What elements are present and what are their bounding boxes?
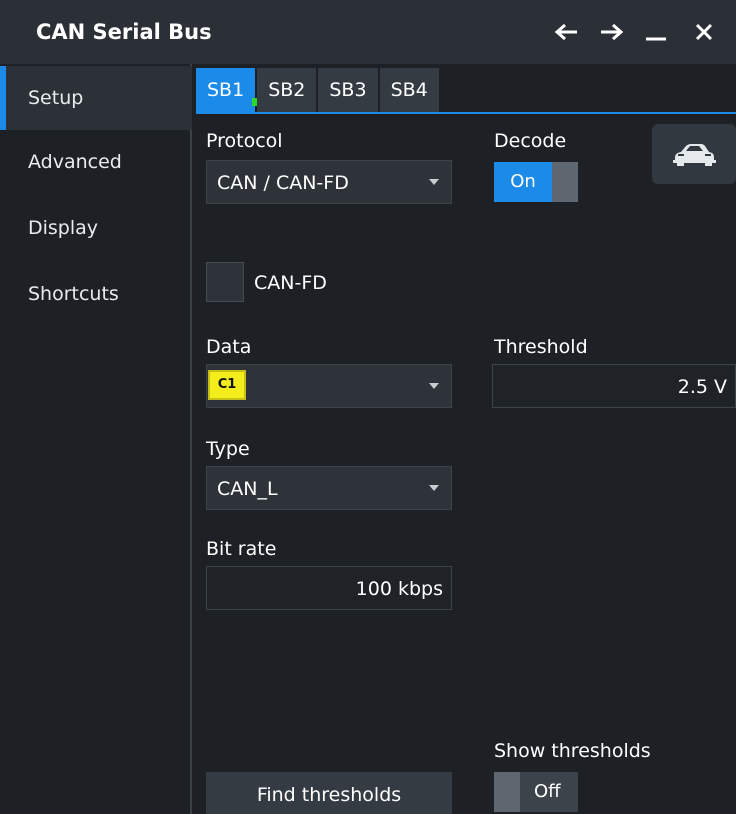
chevron-down-icon [429, 485, 439, 491]
tab-label: SB1 [207, 79, 245, 101]
type-dropdown[interactable]: CAN_L [206, 466, 452, 510]
forward-button[interactable] [594, 14, 630, 50]
sidebar-item-advanced[interactable]: Advanced [0, 130, 192, 194]
chevron-down-icon [429, 179, 439, 185]
threshold-field[interactable]: 2.5 V [492, 364, 736, 408]
tab-sb2[interactable]: SB2 [257, 68, 317, 112]
title-bar: CAN Serial Bus [0, 0, 736, 64]
arrow-left-icon [554, 23, 577, 41]
bitrate-field[interactable]: 100 kbps [206, 566, 452, 610]
show-thresholds-label: Show thresholds [494, 740, 651, 762]
type-value: CAN_L [217, 478, 278, 500]
back-button[interactable] [548, 14, 584, 50]
tab-sb1[interactable]: SB1 [196, 68, 260, 112]
tab-sb3[interactable]: SB3 [318, 68, 378, 112]
channel-c1-badge: C1 [208, 370, 246, 400]
find-thresholds-button[interactable]: Find thresholds [206, 772, 452, 814]
sidebar-item-display[interactable]: Display [0, 196, 192, 260]
sidebar-item-shortcuts[interactable]: Shortcuts [0, 262, 192, 326]
close-icon [695, 23, 713, 41]
show-thresholds-toggle[interactable]: Off [494, 772, 578, 812]
show-thresholds-state: Off [534, 781, 561, 802]
sidebar: Setup Advanced Display Shortcuts [0, 64, 192, 814]
decode-toggle[interactable]: On [494, 162, 578, 202]
bitrate-label: Bit rate [206, 538, 277, 560]
chevron-down-icon [429, 383, 439, 389]
car-icon [673, 144, 716, 166]
minimize-button[interactable] [638, 14, 674, 50]
window-title: CAN Serial Bus [36, 20, 212, 44]
toggle-knob [552, 162, 578, 202]
close-button[interactable] [686, 14, 722, 50]
bitrate-value: 100 kbps [355, 578, 443, 600]
threshold-label: Threshold [494, 336, 588, 358]
tab-underline [196, 112, 736, 114]
protocol-label: Protocol [206, 130, 283, 152]
canfd-checkbox[interactable] [206, 262, 244, 302]
protocol-value: CAN / CAN-FD [217, 172, 349, 194]
toggle-knob [494, 772, 520, 812]
arrow-right-icon [601, 23, 624, 41]
threshold-value: 2.5 V [677, 376, 727, 398]
canfd-label: CAN-FD [254, 272, 327, 294]
decode-label: Decode [494, 130, 567, 152]
sidebar-item-setup[interactable]: Setup [0, 66, 192, 130]
tab-sb4[interactable]: SB4 [379, 68, 439, 112]
protocol-dropdown[interactable]: CAN / CAN-FD [206, 160, 452, 204]
data-label: Data [206, 336, 252, 358]
car-icon-button[interactable] [652, 124, 736, 184]
decode-state: On [494, 162, 552, 202]
type-label: Type [206, 438, 250, 460]
minimize-icon [646, 37, 666, 41]
serial-bus-tabs: SB1 SB2 SB3 SB4 [196, 68, 441, 112]
